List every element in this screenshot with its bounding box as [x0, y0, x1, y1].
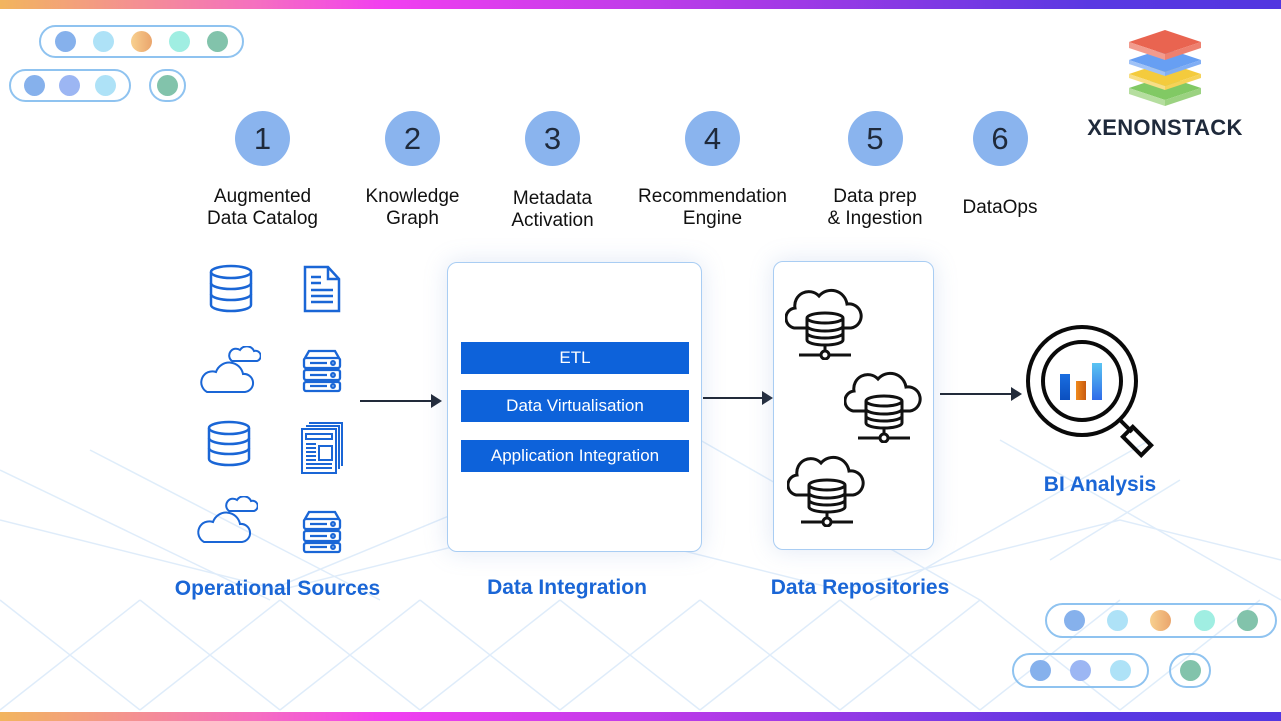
- flow-arrow: [703, 391, 773, 405]
- dot: [1150, 610, 1172, 631]
- dot: [168, 31, 190, 52]
- cloud-database-icon: [787, 455, 865, 527]
- step-label: Data prep & Ingestion: [827, 186, 923, 229]
- step-3: 3 Metadata Activation: [485, 111, 620, 232]
- method-etl: ETL: [461, 342, 689, 374]
- server-icon: [302, 510, 342, 554]
- bi-analysis-title: BI Analysis: [1043, 473, 1157, 496]
- database-icon: [209, 264, 253, 313]
- dot: [1179, 660, 1201, 681]
- data-integration-title: Data Integration: [487, 576, 647, 599]
- decorative-dots-pill: [1169, 653, 1211, 688]
- chart-bar: [1060, 374, 1070, 400]
- cloud-icon: [197, 496, 258, 543]
- step-6: 6 DataOps: [945, 111, 1055, 219]
- dot: [94, 75, 116, 96]
- dot: [1064, 610, 1086, 631]
- decorative-dots-pill: [1012, 653, 1149, 688]
- step-number: 3: [525, 111, 580, 166]
- chart-bar: [1092, 363, 1102, 400]
- decorative-dots-pill: [9, 69, 131, 102]
- step-label: Knowledge Graph: [365, 186, 460, 229]
- stacked-layers-logo-icon: [1129, 30, 1201, 106]
- step-number: 5: [847, 111, 903, 166]
- flow-arrow: [940, 387, 1022, 401]
- data-repositories-card: [773, 261, 934, 550]
- step-number: 2: [385, 111, 440, 166]
- step-label: Recommendation Engine: [638, 186, 787, 229]
- dot: [1107, 610, 1129, 631]
- step-label: DataOps: [962, 197, 1038, 218]
- cloud-database-icon: [785, 288, 863, 360]
- newspaper-icon: [301, 422, 343, 474]
- data-repositories-title: Data Repositories: [770, 576, 950, 599]
- step-1: 1 Augmented Data Catalog: [190, 111, 335, 230]
- bottom-gradient-bar: [0, 712, 1281, 721]
- dot: [1193, 610, 1215, 631]
- dot: [1069, 660, 1091, 681]
- step-4: 4 Recommendation Engine: [625, 111, 800, 230]
- step-number: 6: [972, 111, 1028, 166]
- dot: [1029, 660, 1051, 681]
- magnifier-chart-icon: [1026, 325, 1154, 458]
- method-application-integration: Application Integration: [461, 440, 689, 472]
- server-icon: [302, 349, 342, 393]
- dot: [24, 75, 46, 96]
- brand-name: XENONSTACK: [1087, 115, 1243, 140]
- step-number: 1: [235, 111, 290, 166]
- dot: [157, 75, 178, 96]
- method-data-virtualisation: Data Virtualisation: [461, 390, 689, 422]
- decorative-dots-pill: [149, 69, 186, 102]
- document-icon: [303, 265, 341, 313]
- dot: [1110, 660, 1132, 681]
- dot: [206, 31, 228, 52]
- database-icon: [207, 420, 251, 467]
- decorative-dots-pill: [39, 25, 244, 58]
- dot: [1236, 610, 1258, 631]
- step-label: Metadata Activation: [511, 188, 594, 231]
- brand-logo: XENONSTACK: [1085, 26, 1245, 141]
- step-2: 2 Knowledge Graph: [345, 111, 480, 230]
- chart-bar: [1076, 381, 1086, 400]
- cloud-icon: [200, 346, 261, 393]
- decorative-dots-pill: [1045, 603, 1277, 638]
- step-5: 5 Data prep & Ingestion: [810, 111, 940, 230]
- dot: [130, 31, 152, 52]
- dot: [59, 75, 81, 96]
- operational-sources-title: Operational Sources: [174, 577, 381, 600]
- step-label: Augmented Data Catalog: [207, 186, 318, 229]
- dot: [93, 31, 115, 52]
- dot: [55, 31, 77, 52]
- step-number: 4: [685, 111, 740, 166]
- flow-arrow: [360, 394, 442, 408]
- cloud-database-icon: [844, 371, 922, 443]
- data-integration-card: ETL Data Virtualisation Application Inte…: [447, 262, 702, 552]
